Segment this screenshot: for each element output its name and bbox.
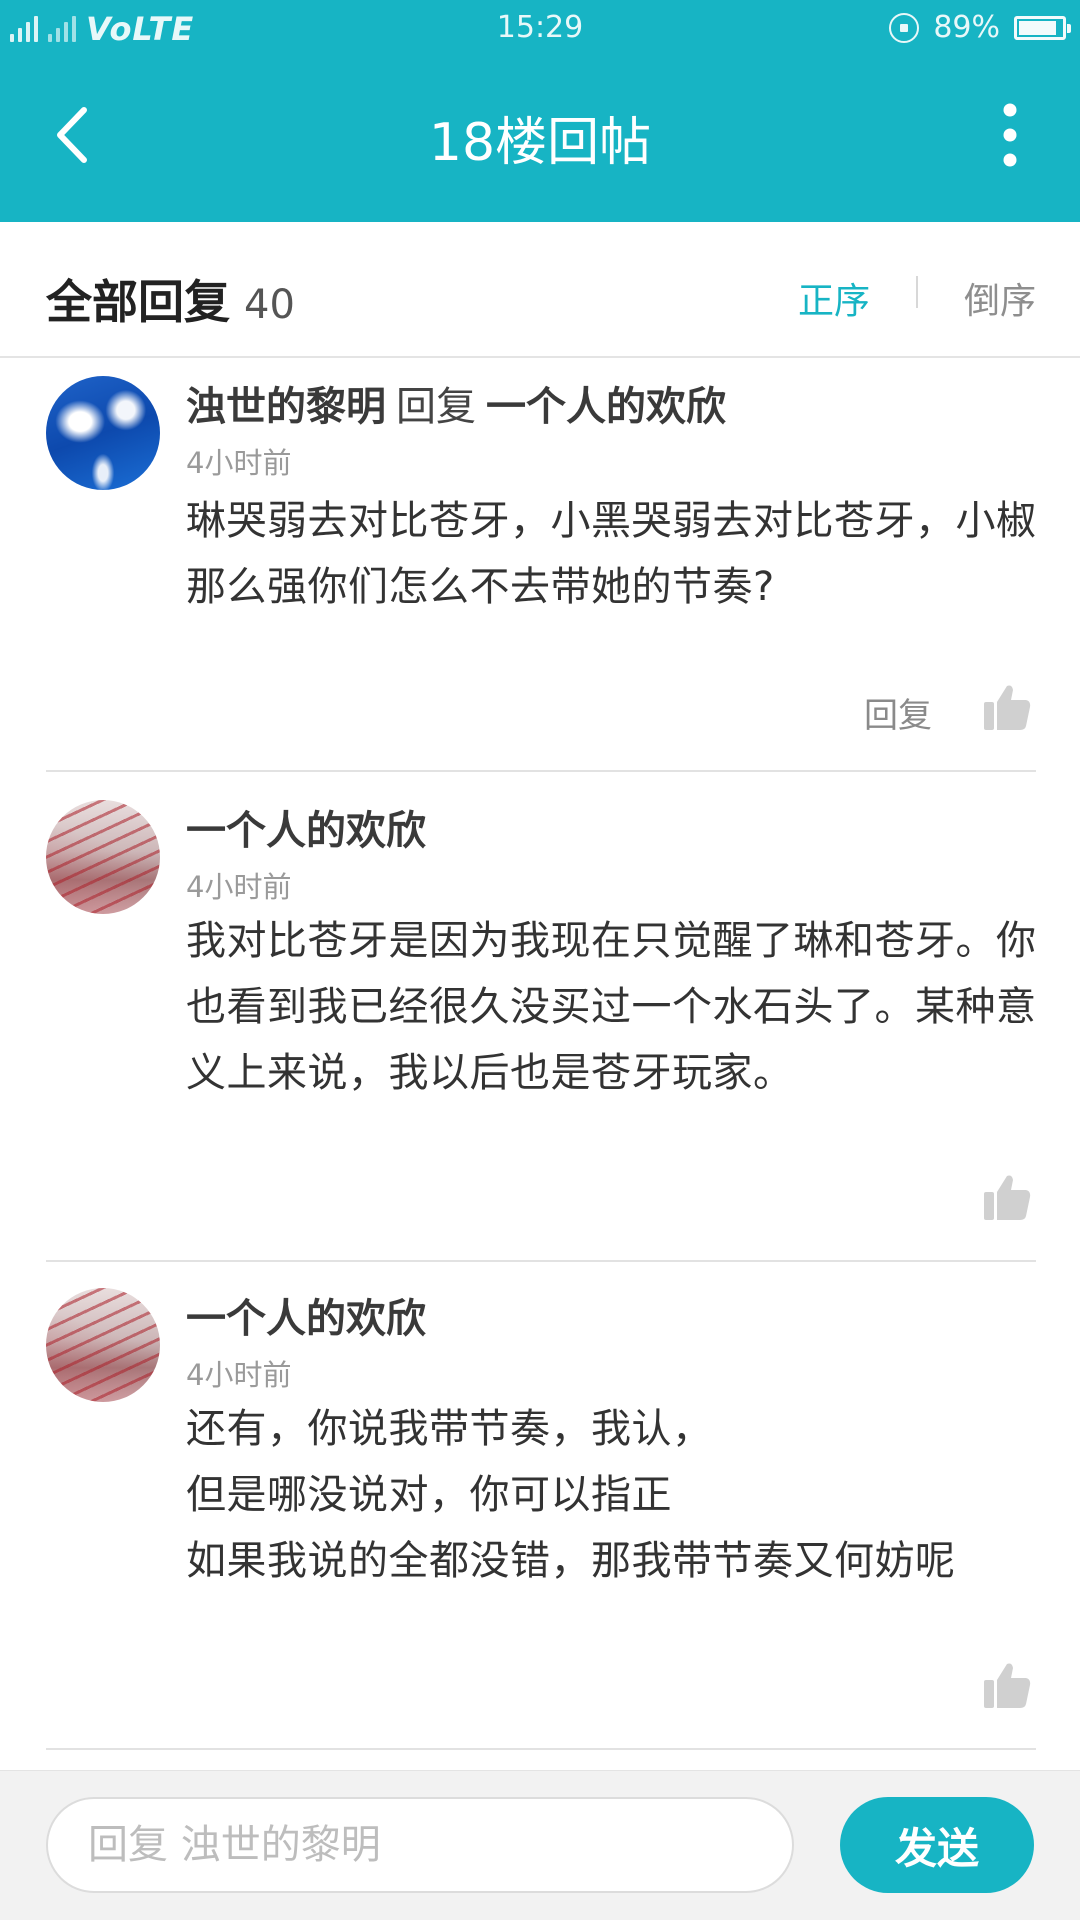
page-title: 18楼回帖 [428,113,652,173]
replies-header: 全部回复 40 正序 倒序 [0,222,1080,358]
comment-item: 一个人的欢欣 4小时前 我对比苍牙是因为我现在只觉醒了琳和苍牙。你也看到我已经很… [0,772,1080,1262]
comment-text-line: 如果我说的全都没错，那我带节奏又何妨呢 [186,1538,956,1584]
thumbs-up-icon [984,1175,1031,1220]
sort-ascending-button[interactable]: 正序 [798,272,870,324]
comment-text: 我对比苍牙是因为我现在只觉醒了琳和苍牙。你也看到我已经很久没买过一个水石头了。某… [186,918,1037,1096]
like-button[interactable] [982,682,1032,732]
comment-author[interactable]: 一个人的欢欣 [186,1286,426,1344]
avatar[interactable] [46,1288,160,1402]
thumbs-up-icon [984,685,1031,730]
battery-icon [1014,15,1071,40]
avatar[interactable] [46,376,160,490]
status-battery-area: 89% [889,10,1071,45]
like-button[interactable] [982,1172,1032,1222]
avatar[interactable] [46,800,160,914]
battery-percent: 89% [933,10,1000,45]
more-button[interactable] [980,98,1040,172]
comment-divider [46,1748,1036,1750]
comment-item: 浊世的黎明 回复 一个人的欢欣 4小时前 琳哭弱去对比苍牙，小黑哭弱去对比苍牙，小椒… [0,358,1080,776]
reply-count: 40 [244,282,295,328]
reply-bar: 发送 [0,1770,1080,1920]
sort-descending-button[interactable]: 倒序 [964,272,1036,324]
comment-time: 4小时前 [186,446,292,480]
thumbs-up-icon [984,1663,1031,1708]
sort-divider [916,276,918,308]
comment-text-line: 还有，你说我带节奏，我认， [186,1406,713,1452]
comment-text: 还有，你说我带节奏，我认， 但是哪没说对，你可以指正 如果我说的全都没错，那我带… [186,1396,1046,1594]
all-replies-title: 全部回复 40 [46,266,295,332]
comment-time: 4小时前 [186,870,292,904]
comment-item: 一个人的欢欣 4小时前 还有，你说我带节奏，我认， 但是哪没说对，你可以指正 如… [0,1260,1080,1750]
comment-author-line: 浊世的黎明 回复 一个人的欢欣 [186,374,726,432]
all-replies-label: 全部回复 [46,275,230,329]
comment-text: 琳哭弱去对比苍牙，小黑哭弱去对比苍牙，小椒那么强你们怎么不去带她的节奏? [186,498,1037,610]
comment-text-line: 但是哪没说对，你可以指正 [186,1472,672,1518]
reply-button[interactable]: 回复 [864,688,932,737]
comment-author[interactable]: 浊世的黎明 [186,384,386,430]
rotation-lock-icon [889,12,920,43]
reply-input[interactable] [46,1797,794,1893]
reply-to-author[interactable]: 一个人的欢欣 [486,384,726,430]
battery-fill [1019,20,1057,35]
like-button[interactable] [982,1660,1032,1710]
comment-author[interactable]: 一个人的欢欣 [186,798,426,856]
title-bar: 18楼回帖 [0,60,1080,220]
comment-time: 4小时前 [186,1358,292,1392]
send-button[interactable]: 发送 [840,1797,1034,1893]
status-bar: VoLTE 15:29 89% [0,0,1080,56]
app-header: VoLTE 15:29 89% 18楼回帖 [0,0,1080,222]
reply-word: 回复 [396,384,476,430]
more-vertical-icon [1003,103,1017,167]
